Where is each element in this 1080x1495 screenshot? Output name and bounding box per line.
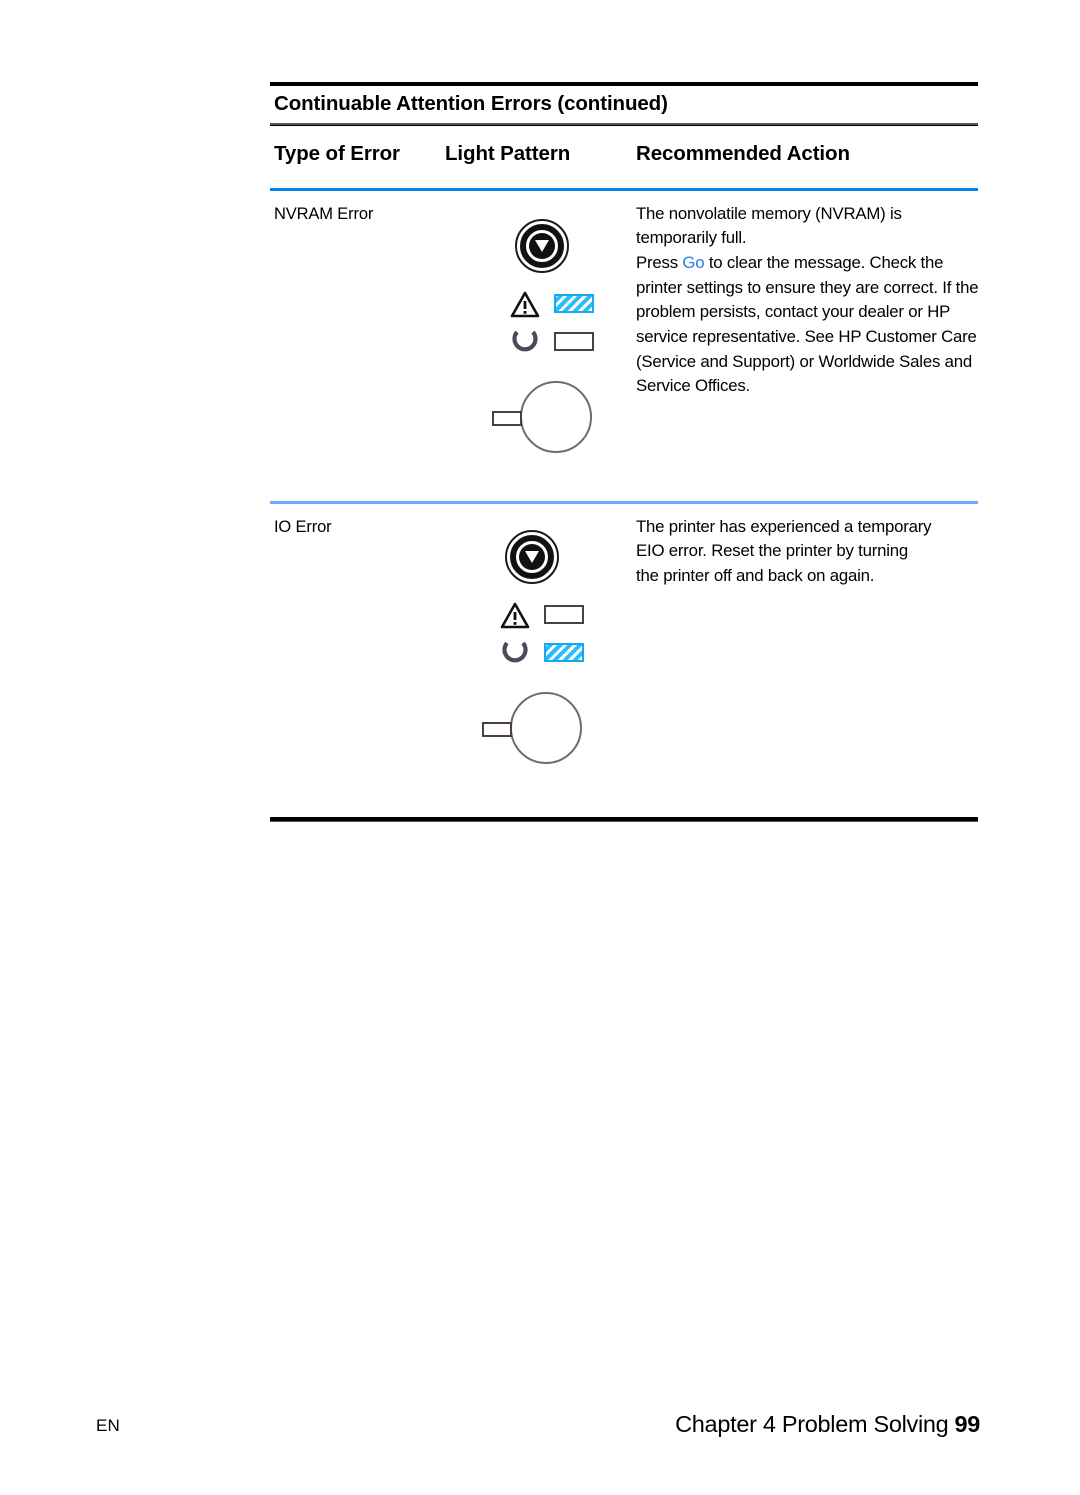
error-type-label: NVRAM Error xyxy=(274,204,374,223)
go-button-icon xyxy=(505,529,559,584)
light-pattern-graphic xyxy=(488,218,620,479)
ready-lamp-blinking xyxy=(544,642,584,662)
action-line: The nonvolatile memory (NVRAM) is xyxy=(636,203,902,223)
footer-chapter-label: Chapter 4 Problem Solving xyxy=(675,1411,949,1437)
action-paragraph-press-go: Press Go to clear the message. Check the… xyxy=(636,251,981,399)
job-cancel-circle xyxy=(510,691,582,764)
page-footer: EN Chapter 4 Problem Solving 99 xyxy=(0,1411,1080,1456)
ready-lamp-off xyxy=(554,331,594,351)
job-cancel-button-icon xyxy=(478,691,610,790)
recommended-action-text: The nonvolatile memory (NVRAM) is tempor… xyxy=(636,202,981,400)
footer-page-number: 99 xyxy=(954,1411,980,1437)
go-button-triangle-icon xyxy=(535,239,549,252)
job-cancel-tab xyxy=(482,721,512,737)
table-title: Continuable Attention Errors (continued) xyxy=(274,92,668,115)
attention-light-row xyxy=(488,289,620,321)
attention-triangle-icon xyxy=(510,291,540,317)
job-cancel-button-icon xyxy=(488,380,620,479)
job-cancel-tab xyxy=(492,410,522,426)
job-cancel-circle xyxy=(520,380,592,453)
error-table: Continuable Attention Errors (continued)… xyxy=(270,82,981,822)
action-press-prefix: Press xyxy=(636,252,683,272)
table-bottom-rule xyxy=(270,816,978,822)
ready-horseshoe-icon xyxy=(502,641,528,662)
light-pattern-graphic xyxy=(478,529,610,790)
column-header-light-pattern: Light Pattern xyxy=(445,141,571,165)
go-button-icon xyxy=(515,218,569,273)
column-header-recommended-action: Recommended Action xyxy=(636,141,850,165)
go-keyword: Go xyxy=(682,252,705,272)
ready-horseshoe-icon xyxy=(512,330,538,351)
action-line: temporarily full. xyxy=(636,228,747,248)
action-line: EIO error. Reset the printer by turning xyxy=(636,541,909,561)
ready-light-row xyxy=(478,638,610,670)
attention-light-row xyxy=(478,600,610,632)
attention-triangle-icon xyxy=(500,602,530,628)
attention-lamp-off xyxy=(544,604,584,624)
attention-lamp-blinking xyxy=(554,293,594,313)
column-header-type-of-error: Type of Error xyxy=(274,141,400,165)
footer-language-code: EN xyxy=(96,1416,121,1435)
ready-light-row xyxy=(488,327,620,359)
table-row: NVRAM Error The nonvolatile memory (NVRA… xyxy=(270,191,981,501)
table-header-row: Type of Error Light Pattern Recommended … xyxy=(270,126,978,188)
recommended-action-text: The printer has experienced a temporary … xyxy=(636,515,981,589)
footer-chapter-and-page: Chapter 4 Problem Solving 99 xyxy=(675,1411,980,1438)
go-button-triangle-icon xyxy=(525,550,539,563)
action-line: The printer has experienced a temporary xyxy=(636,516,932,536)
document-page: Continuable Attention Errors (continued)… xyxy=(0,0,1080,1495)
error-type-label: IO Error xyxy=(274,517,332,536)
action-press-rest: to clear the message. Check the printer … xyxy=(636,252,979,396)
action-line: the printer off and back on again. xyxy=(636,565,875,585)
table-row: IO Error The printer has experienced a t… xyxy=(270,504,978,817)
